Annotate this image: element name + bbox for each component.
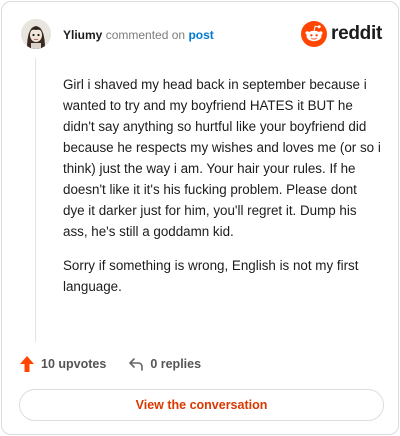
commented-on-label: commented on [105, 28, 186, 42]
replies-count: 0 replies [150, 357, 202, 371]
reddit-snoo-icon [301, 21, 328, 47]
comment-paragraph-1: Girl i shaved my head back in september … [63, 77, 381, 239]
replies-button[interactable]: 0 replies [128, 357, 201, 371]
upvote-arrow-icon [20, 356, 34, 372]
reply-arrow-icon [129, 358, 144, 371]
username[interactable]: Yliumy [63, 28, 102, 42]
view-conversation-button[interactable]: View the conversation [19, 389, 384, 421]
comment-header: Yliumy commented on post [63, 28, 214, 42]
upvotes-count: 10 upvotes [41, 357, 107, 371]
embedded-comment-card: Yliumy commented on post reddit Girl i s… [1, 1, 399, 435]
comment-actions: 10 upvotes 0 replies [19, 355, 201, 373]
comment-body: Girl i shaved my head back in september … [63, 74, 381, 310]
reddit-logo[interactable]: reddit [301, 21, 382, 47]
avatar[interactable] [21, 19, 51, 49]
reddit-wordmark: reddit [331, 23, 382, 44]
view-conversation-label: View the conversation [135, 398, 268, 412]
user-avatar-icon [21, 19, 51, 49]
comment-paragraph-2: Sorry if something is wrong, English is … [63, 258, 359, 294]
thread-line[interactable] [35, 58, 36, 342]
upvote-button[interactable]: 10 upvotes [19, 355, 106, 373]
post-link[interactable]: post [188, 28, 213, 42]
